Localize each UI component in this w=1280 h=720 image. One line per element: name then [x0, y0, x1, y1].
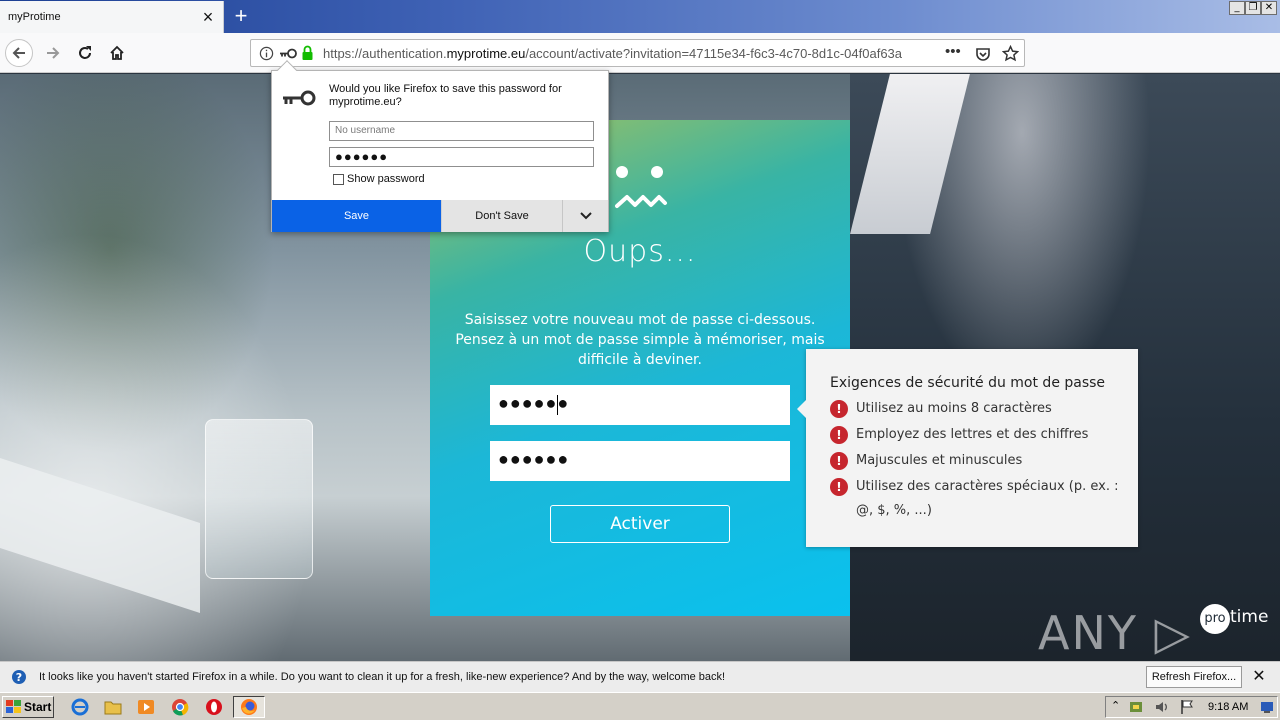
chrome-icon[interactable]	[171, 698, 189, 716]
requirement-item: ! Utilisez des caractères spéciaux (p. ex…	[830, 475, 1122, 523]
close-window-button[interactable]: ✕	[1261, 1, 1277, 15]
firefox-icon	[241, 699, 257, 715]
username-field[interactable]: No username	[329, 121, 594, 141]
back-arrow-icon	[12, 47, 25, 59]
show-password-option[interactable]: Show password	[333, 173, 425, 185]
internet-explorer-icon[interactable]	[71, 698, 89, 716]
refresh-firefox-button[interactable]: Refresh Firefox...	[1146, 666, 1242, 688]
sad-face-icon	[615, 166, 667, 208]
action-center-flag-icon[interactable]	[1180, 699, 1194, 715]
taskbar-firefox-active[interactable]	[233, 696, 265, 718]
error-icon: !	[830, 400, 848, 418]
home-icon	[110, 45, 124, 60]
secure-lock-icon[interactable]	[301, 45, 314, 61]
svg-text:?: ?	[16, 671, 22, 684]
save-password-button[interactable]: Save	[272, 200, 441, 232]
show-password-checkbox[interactable]	[333, 173, 344, 185]
notification-close-icon[interactable]: ✕	[1249, 667, 1269, 687]
activate-button[interactable]: Activer	[550, 505, 730, 543]
navigation-toolbar: https://authentication.myprotime.eu/acco…	[0, 33, 1280, 94]
tab-bar: myProtime × + _ ❐ ✕	[0, 0, 1280, 33]
new-password-input[interactable]: ●●●●●●	[490, 385, 790, 425]
protime-logo: pro time	[1200, 604, 1268, 634]
home-button[interactable]	[103, 39, 131, 67]
tab-title: myProtime	[8, 11, 61, 23]
tooltip-arrow	[797, 400, 806, 418]
folder-icon[interactable]	[104, 698, 122, 716]
bookmark-star-icon[interactable]	[1002, 45, 1019, 62]
reload-icon	[79, 46, 91, 59]
chevron-down-icon	[579, 212, 592, 220]
page-heading: Oups...	[583, 234, 697, 269]
opera-icon[interactable]	[205, 698, 223, 716]
requirement-item: ! Utilisez au moins 8 caractères	[830, 397, 1122, 421]
error-icon: !	[830, 478, 848, 496]
start-button[interactable]: Start	[2, 696, 54, 718]
system-clock: 9:18 AM	[1208, 701, 1249, 713]
password-instructions: Saisissez votre nouveau mot de passe ci-…	[455, 312, 825, 368]
notification-message: It looks like you haven't started Firefo…	[39, 671, 726, 683]
url-text[interactable]: https://authentication.myprotime.eu/acco…	[323, 46, 908, 61]
refresh-notification-bar: ? It looks like you haven't started Fire…	[0, 661, 1280, 692]
more-options-button[interactable]	[562, 200, 608, 232]
confirm-password-input[interactable]: ●●●●●●	[490, 441, 790, 481]
key-icon[interactable]	[279, 47, 297, 60]
site-info-icon[interactable]	[259, 46, 274, 61]
page-content: Oups... Saisissez votre nouveau mot de p…	[0, 74, 1280, 661]
new-tab-plus-icon[interactable]: +	[228, 3, 254, 29]
password-requirements-tooltip: Exigences de sécurité du mot de passe ! U…	[797, 349, 1138, 547]
reload-button[interactable]	[71, 39, 99, 67]
security-shield-icon[interactable]	[1128, 699, 1144, 715]
tray-expand-icon[interactable]: ⌃	[1111, 699, 1120, 712]
volume-icon[interactable]	[1154, 699, 1170, 715]
media-player-icon[interactable]	[137, 698, 155, 716]
requirements-title: Exigences de sécurité du mot de passe	[830, 375, 1106, 391]
question-icon: ?	[12, 670, 26, 684]
key-icon	[283, 90, 316, 106]
tab-close-icon[interactable]: ×	[198, 7, 218, 27]
tab-myprotime[interactable]: myProtime ×	[0, 1, 224, 33]
save-password-question: Would you like Firefox to save this pass…	[329, 83, 562, 108]
error-icon: !	[830, 426, 848, 444]
show-desktop-icon[interactable]	[1260, 700, 1274, 714]
pocket-icon[interactable]	[975, 46, 991, 62]
back-button[interactable]	[5, 39, 33, 67]
windows-taskbar: Start ⌃ 9:18 AM	[0, 692, 1280, 720]
save-password-doorhanger: Would you like Firefox to save this pass…	[271, 60, 609, 232]
requirement-item: ! Employez des lettres et des chiffres	[830, 423, 1122, 447]
system-tray: ⌃	[1105, 696, 1278, 718]
windows-logo-icon	[6, 700, 21, 713]
error-icon: !	[830, 452, 848, 470]
dont-save-button[interactable]: Don't Save	[441, 200, 562, 232]
text-caret	[557, 395, 558, 415]
page-actions-icon[interactable]: •••	[945, 43, 961, 60]
minimize-button[interactable]: _	[1229, 1, 1245, 15]
doorhanger-footer: Save Don't Save	[272, 200, 608, 232]
forward-button[interactable]	[39, 39, 67, 67]
url-bar[interactable]: https://authentication.myprotime.eu/acco…	[250, 39, 1025, 67]
restore-button[interactable]: ❐	[1245, 1, 1261, 15]
forward-arrow-icon	[47, 47, 60, 59]
password-field[interactable]: ●●●●●●	[329, 147, 594, 167]
requirement-item: ! Majuscules et minuscules	[830, 449, 1122, 473]
background-glass	[205, 419, 313, 579]
show-password-label: Show password	[347, 173, 425, 185]
